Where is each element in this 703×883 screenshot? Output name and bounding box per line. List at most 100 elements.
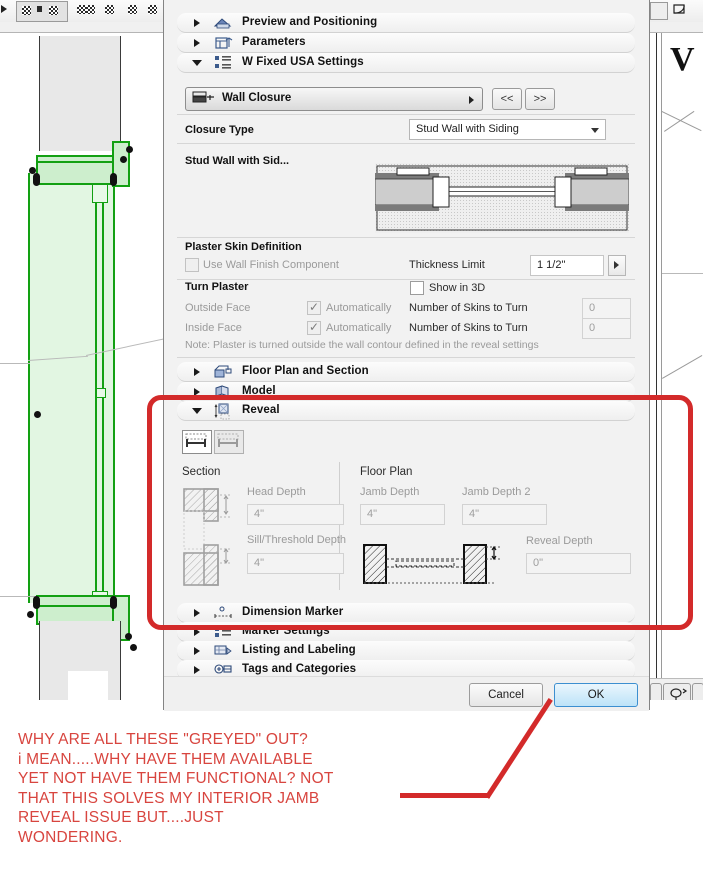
arrow-tool-icon[interactable] [1, 5, 7, 13]
header-line-bottom [36, 605, 118, 607]
wall-closure-icon [192, 91, 216, 106]
hatch-tool-2-icon[interactable] [49, 6, 58, 15]
selection-handle-10[interactable] [125, 633, 132, 640]
tags-categories-icon [213, 662, 233, 676]
next-closure-button[interactable]: >> [525, 88, 555, 110]
tool-icon-d[interactable] [128, 5, 137, 14]
closure-type-select[interactable]: Stud Wall with Siding [409, 119, 606, 140]
preview-title: Stud Wall with Sid... [185, 155, 290, 167]
right-tool-button[interactable] [650, 2, 668, 20]
divider [177, 114, 635, 115]
inside-skins-value: 0 [589, 322, 596, 334]
annotation-line-6: WONDERING. [18, 828, 123, 846]
selection-handle-7[interactable] [33, 596, 40, 609]
selection-handle-6[interactable] [34, 411, 41, 418]
annotation-line-4: THAT THIS SOLVES MY INTERIOR JAMB [18, 789, 320, 807]
cancel-button[interactable]: Cancel [469, 683, 543, 707]
cad-toolbar[interactable] [0, 0, 163, 23]
annotation-line-2: i MEAN.....WHY HAVE THEM AVAILABLE [18, 750, 313, 768]
section-floor-plan-and-section[interactable]: Floor Plan and Section [177, 362, 635, 382]
window-tool-icon[interactable] [672, 2, 690, 18]
bottom-tool-2-icon[interactable] [663, 683, 691, 700]
outside-face-label: Outside Face [185, 302, 251, 314]
divider [177, 237, 635, 238]
outside-face-auto-checkbox[interactable]: ✓ [307, 301, 321, 315]
listing-labeling-icon [213, 643, 233, 658]
chevron-right-icon[interactable] [469, 96, 474, 104]
section-label: Tags and Categories [242, 663, 357, 675]
right-guide-3 [662, 355, 703, 379]
show-in-3d-checkbox[interactable] [410, 281, 424, 295]
thickness-limit-input[interactable]: 1 1/2" [530, 255, 604, 276]
cad-drawing-panel[interactable] [0, 0, 163, 700]
inside-face-auto-checkbox[interactable]: ✓ [307, 321, 321, 335]
selection-handle-2[interactable] [120, 156, 127, 163]
plaster-heading: Plaster Skin Definition [185, 241, 302, 253]
inside-skins-input[interactable]: 0 [582, 318, 631, 339]
divider [177, 357, 635, 358]
section-w-fixed-usa-settings[interactable]: W Fixed USA Settings [177, 53, 635, 73]
settings-icon [213, 54, 233, 72]
thickness-limit-stepper[interactable] [608, 255, 626, 276]
use-wall-finish-checkbox[interactable] [185, 258, 199, 272]
ok-button[interactable]: OK [554, 683, 638, 707]
chevron-right-icon[interactable] [194, 647, 200, 655]
screenshot-root: V Preview and Positioning Parameters W F… [0, 0, 703, 883]
check-icon: ✓ [309, 320, 320, 334]
pointer-tool-icon[interactable] [37, 6, 42, 12]
preview-positioning-icon [213, 15, 233, 30]
selection-handle-9[interactable] [27, 611, 34, 618]
chevron-right-icon[interactable] [194, 19, 200, 27]
inside-face-label: Inside Face [185, 322, 242, 334]
tool-icon-b[interactable] [86, 5, 95, 14]
annotation-text: WHY ARE ALL THESE "GREYED" OUT? i MEAN...… [18, 730, 334, 847]
bottom-tool-1[interactable] [650, 683, 662, 700]
wall-closure-label: Wall Closure [222, 92, 292, 104]
right-v-mark: V [670, 41, 695, 78]
outside-skins-input[interactable]: 0 [582, 298, 631, 319]
divider [177, 279, 635, 280]
dialog-button-bar: Cancel OK [164, 676, 649, 711]
selection-handle-4[interactable] [33, 173, 40, 186]
section-preview-and-positioning[interactable]: Preview and Positioning [177, 13, 635, 33]
chevron-right-icon [614, 261, 619, 269]
selection-handle-8[interactable] [110, 596, 117, 609]
closure-type-label: Closure Type [185, 124, 254, 136]
floor-plan-section-icon [213, 364, 233, 379]
selection-handle-11[interactable] [130, 644, 137, 651]
right-toolbar-separator [648, 22, 703, 33]
inside-skins-label: Number of Skins to Turn [409, 322, 528, 334]
mullion-node[interactable] [96, 388, 106, 398]
bottom-tool-3[interactable] [692, 683, 703, 700]
tool-icon-a[interactable] [77, 5, 86, 14]
prev-closure-button[interactable]: << [492, 88, 522, 110]
section-listing-and-labeling[interactable]: Listing and Labeling [177, 641, 635, 661]
chevron-right-icon[interactable] [194, 666, 200, 674]
construction-line-4 [0, 596, 36, 597]
toolbar-group-1[interactable] [16, 1, 68, 22]
wall-closure-button[interactable]: Wall Closure [185, 87, 483, 111]
section-tags-and-categories[interactable]: Tags and Categories [177, 660, 635, 676]
tool-icon-c[interactable] [105, 5, 114, 14]
use-wall-finish-label: Use Wall Finish Component [203, 259, 339, 271]
divider [177, 143, 635, 144]
cad-canvas[interactable] [0, 33, 163, 700]
section-parameters[interactable]: Parameters [177, 33, 635, 53]
parameters-icon [213, 35, 233, 50]
right-toolbar[interactable] [648, 0, 703, 23]
chevron-down-icon[interactable] [192, 60, 202, 70]
chevron-right-icon[interactable] [194, 39, 200, 47]
tool-icon-e[interactable] [148, 5, 157, 14]
construction-line-1 [0, 363, 30, 364]
chevron-right-icon[interactable] [194, 368, 200, 376]
chevron-down-icon[interactable] [591, 128, 599, 133]
thickness-limit-label: Thickness Limit [409, 259, 485, 271]
plaster-note: Note: Plaster is turned outside the wall… [185, 339, 539, 351]
selection-handle-5[interactable] [110, 173, 117, 186]
hatch-tool-icon[interactable] [22, 6, 31, 15]
selection-handle-1[interactable] [126, 146, 133, 153]
section-label: Listing and Labeling [242, 644, 356, 656]
right-bottom-toolbar[interactable] [648, 678, 703, 700]
outside-face-auto-label: Automatically [326, 302, 392, 314]
outside-skins-label: Number of Skins to Turn [409, 302, 528, 314]
